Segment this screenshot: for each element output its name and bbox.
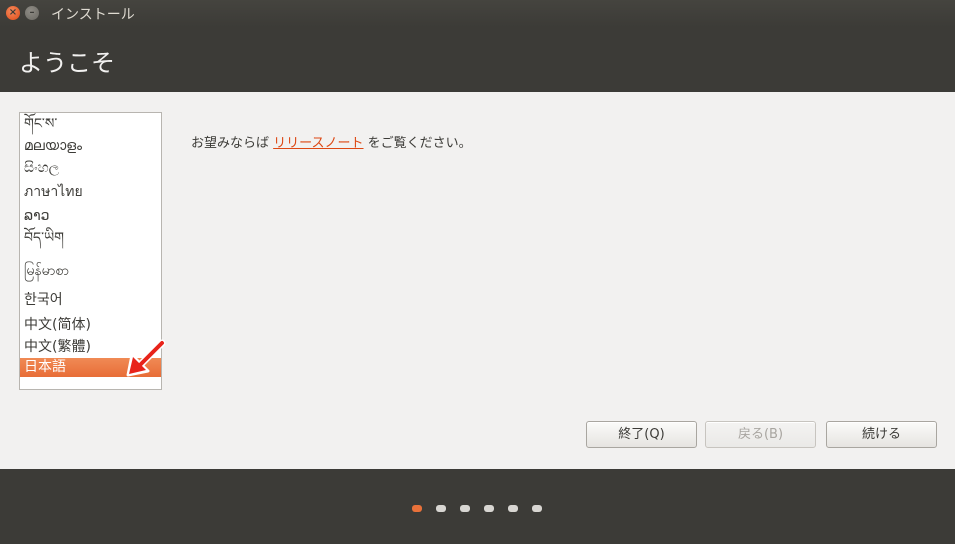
release-notes-suffix: をご覧ください。 [367, 136, 472, 151]
progress-dot [532, 505, 542, 512]
release-notes-prefix: お望みならば [191, 136, 270, 151]
progress-dot [460, 505, 470, 512]
page-header: ようこそ [0, 27, 955, 92]
progress-footer [0, 469, 955, 544]
close-window-icon[interactable]: × [6, 6, 20, 20]
window-titlebar: × – インストール [0, 0, 955, 27]
main-content: གོང་ས་ മലയാളം සිංහල ภาษาไทย ລາວ བོད་ཡིག … [0, 92, 955, 469]
language-item[interactable]: မြန်မာစာ [20, 256, 161, 286]
quit-button[interactable]: 終了(Q) [586, 421, 697, 448]
language-item[interactable]: සිංහල [20, 157, 161, 179]
pointer-arrow-icon [126, 339, 166, 377]
language-item[interactable]: གོང་ས་ [20, 113, 161, 135]
back-button[interactable]: 戻る(B) [705, 421, 816, 448]
language-item[interactable]: ລາວ [20, 205, 161, 227]
progress-dot [508, 505, 518, 512]
minimize-window-icon[interactable]: – [25, 6, 39, 20]
continue-button[interactable]: 続ける [826, 421, 937, 448]
page-title: ようこそ [19, 49, 115, 77]
language-item[interactable]: 한국어 [20, 286, 161, 314]
progress-dot [484, 505, 494, 512]
language-item[interactable]: മലയാളം [20, 135, 161, 157]
progress-dot [436, 505, 446, 512]
window-title: インストール [51, 7, 135, 23]
language-item[interactable]: 中文(简体) [20, 314, 161, 336]
language-item[interactable]: བོད་ཡིག [20, 227, 161, 256]
release-notes-text: お望みならば リリースノート をご覧ください。 [191, 132, 472, 151]
language-item[interactable]: ภาษาไทย [20, 179, 161, 205]
release-notes-link[interactable]: リリースノート [273, 136, 363, 151]
progress-dot [412, 505, 422, 512]
